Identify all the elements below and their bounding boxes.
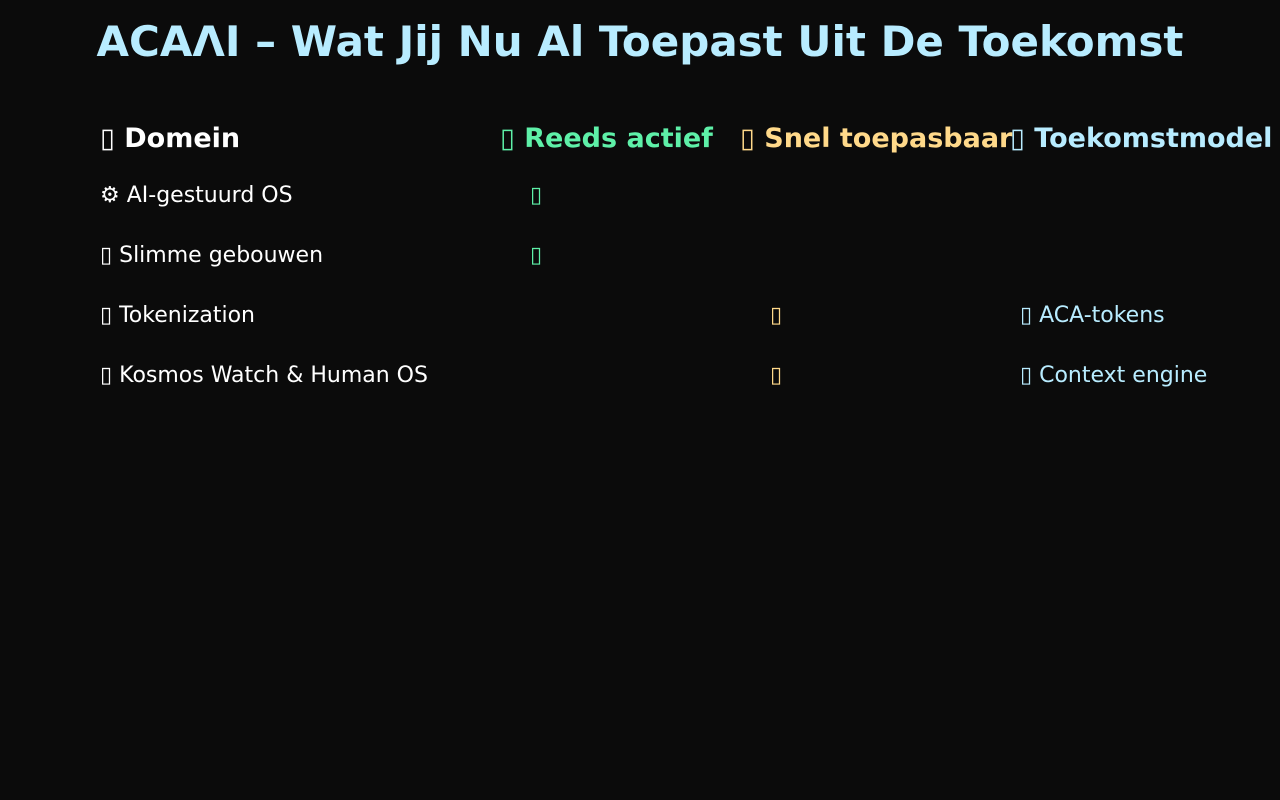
- header-active: ▯ Reeds actief: [500, 122, 713, 156]
- watch-icon: ▯: [100, 363, 113, 388]
- active-check-icon: ▯: [530, 183, 543, 208]
- future-cell: ▯ ACA-tokens: [1020, 302, 1165, 330]
- active-header-icon: ▯: [500, 123, 515, 154]
- header-soon: ▯ Snel toepasbaar: [740, 122, 1012, 156]
- domain-label: Tokenization: [119, 303, 255, 328]
- active-check-icon: ▯: [530, 243, 543, 268]
- future-label: ACA-tokens: [1039, 303, 1165, 328]
- token-icon: ▯: [100, 303, 113, 328]
- domain-label: AI-gestuurd OS: [126, 183, 293, 208]
- slide: ACAΛI – Wat Jij Nu Al Toepast Uit De Toe…: [0, 0, 1280, 800]
- table-row-domain: ▯ Kosmos Watch & Human OS: [100, 362, 428, 390]
- header-future-label: Toekomstmodel: [1034, 123, 1273, 154]
- domain-header-icon: ▯: [100, 123, 115, 154]
- table-row-domain: ▯ Tokenization: [100, 302, 255, 330]
- future-label: Context engine: [1039, 363, 1208, 388]
- table-row-domain: ⚙ AI-gestuurd OS: [100, 182, 293, 210]
- header-future: ▯ Toekomstmodel: [1010, 122, 1272, 156]
- future-mark-icon: ▯: [1020, 363, 1033, 388]
- domain-label: Kosmos Watch & Human OS: [119, 363, 428, 388]
- header-domain: ▯ Domein: [100, 122, 240, 156]
- gear-icon: ⚙: [100, 183, 120, 208]
- soon-mark-icon: ▯: [770, 303, 783, 328]
- building-icon: ▯: [100, 243, 113, 268]
- domain-label: Slimme gebouwen: [119, 243, 324, 268]
- future-cell: ▯ Context engine: [1020, 362, 1207, 390]
- header-active-label: Reeds actief: [524, 123, 713, 154]
- future-mark-icon: ▯: [1020, 303, 1033, 328]
- header-domain-label: Domein: [124, 123, 241, 154]
- soon-mark-icon: ▯: [770, 363, 783, 388]
- table-row-domain: ▯ Slimme gebouwen: [100, 242, 323, 270]
- page-title: ACAΛI – Wat Jij Nu Al Toepast Uit De Toe…: [96, 17, 1184, 66]
- header-soon-label: Snel toepasbaar: [764, 123, 1013, 154]
- soon-header-icon: ▯: [740, 123, 755, 154]
- future-header-icon: ▯: [1010, 123, 1025, 154]
